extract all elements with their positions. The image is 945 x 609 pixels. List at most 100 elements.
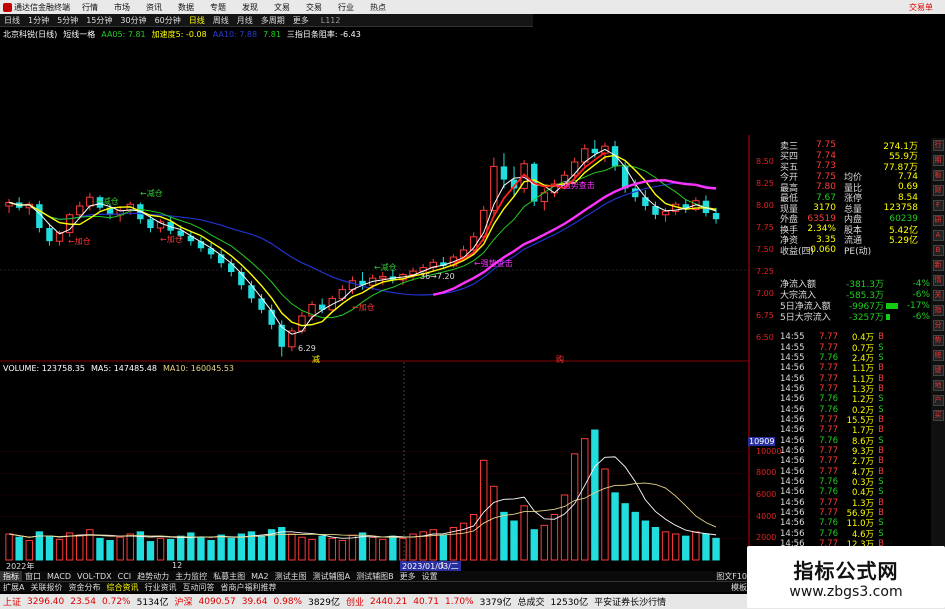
side-tool-17[interactable]: 户: [932, 395, 944, 406]
sz-change: 39.64: [241, 596, 268, 607]
volume-info-bar: VOLUME: 123758.35 MA5: 147485.48 MA10: 1…: [0, 362, 750, 374]
tick-price: 7.76: [819, 394, 838, 405]
period-1[interactable]: 1分钟: [24, 15, 53, 26]
period-2[interactable]: 5分钟: [53, 15, 82, 26]
indicator-tab-11[interactable]: 测试辅图B: [353, 571, 397, 581]
quote-value: 7.74: [815, 150, 836, 161]
side-tool-12[interactable]: 分: [932, 320, 944, 331]
indicator-tab-9[interactable]: 测试主图: [272, 571, 310, 581]
volume-bar: [439, 534, 448, 561]
trade-order-button[interactable]: 交易单: [909, 2, 945, 13]
extension-tab-2[interactable]: 资金分布: [65, 582, 103, 592]
indicator-tab-1[interactable]: 窗口: [22, 571, 44, 581]
menu-quotes[interactable]: 行情: [74, 2, 106, 13]
period-10[interactable]: 更多: [289, 15, 313, 26]
sz-amount: 3829亿: [308, 598, 340, 608]
menu-data[interactable]: 数据: [170, 2, 202, 13]
price-tick: 6.50: [756, 333, 774, 342]
side-tool-14[interactable]: 统: [932, 350, 944, 361]
sh-label[interactable]: 上证: [0, 595, 24, 608]
period-3[interactable]: 15分钟: [82, 15, 116, 26]
period-7[interactable]: 周线: [209, 15, 233, 26]
indicator-tab-7[interactable]: 私募主图: [210, 571, 248, 581]
volume-bar: [65, 532, 74, 561]
side-tool-0[interactable]: 行: [932, 140, 944, 151]
indicator-tab-5[interactable]: 趋势动力: [134, 571, 172, 581]
indicator-tab-4[interactable]: CCI: [115, 572, 135, 581]
quote-value: 7.73: [815, 161, 836, 172]
side-tool-8[interactable]: 新: [932, 260, 944, 271]
tick-price: 7.77: [819, 456, 838, 467]
signal-strong-1: ←强势查击: [474, 259, 513, 268]
period-0[interactable]: 日线: [0, 15, 24, 26]
sh-amount: 5134亿: [136, 598, 169, 608]
tick-price: 7.76: [819, 352, 838, 363]
side-tool-6[interactable]: A: [932, 230, 944, 241]
indicator-tab-3[interactable]: VOL-TDX: [74, 572, 115, 581]
extension-tab-5[interactable]: 互动问答: [179, 582, 217, 592]
side-tool-3[interactable]: 财: [932, 185, 944, 196]
period-9[interactable]: 多周期: [257, 15, 289, 26]
extension-tab-0[interactable]: 扩展A: [0, 582, 27, 592]
menu-discover[interactable]: 发现: [234, 2, 266, 13]
menu-market[interactable]: 市场: [106, 2, 138, 13]
menu-industry[interactable]: 行业: [330, 2, 362, 13]
kline-chart[interactable]: [0, 40, 750, 570]
menu-wenyi[interactable]: 文易: [266, 2, 298, 13]
tick-price: 7.76: [819, 528, 838, 539]
extension-tab-3[interactable]: 综合资讯: [103, 582, 141, 592]
tick-side: B: [878, 414, 884, 425]
menu-hot[interactable]: 热点: [362, 2, 394, 13]
extension-tab-4[interactable]: 行业资讯: [141, 582, 179, 592]
menu-news[interactable]: 资讯: [138, 2, 170, 13]
stock-name[interactable]: 北京科锐(日线): [0, 29, 60, 40]
cy-label[interactable]: 创业: [343, 595, 367, 608]
side-tool-7[interactable]: B: [932, 245, 944, 256]
side-tool-10[interactable]: 关: [932, 290, 944, 301]
menu-trade[interactable]: 交易: [298, 2, 330, 13]
f10-tab[interactable]: 图文F10: [713, 571, 750, 581]
side-tool-16[interactable]: 地: [932, 380, 944, 391]
side-tool-1[interactable]: 期: [932, 155, 944, 166]
side-tool-11[interactable]: 指: [932, 305, 944, 316]
side-tool-2[interactable]: 板: [932, 170, 944, 181]
side-tool-9[interactable]: 情: [932, 275, 944, 286]
volume-bar: [621, 503, 629, 561]
volume-bar: [217, 534, 225, 561]
price-tick: 8.00: [756, 201, 774, 210]
period-5[interactable]: 60分钟: [151, 15, 185, 26]
volume-bar: [500, 511, 508, 561]
extension-tab-1[interactable]: 关联报价: [27, 582, 65, 592]
side-tool-5[interactable]: 研: [932, 215, 944, 226]
tick-price: 7.76: [819, 487, 838, 498]
period-4[interactable]: 30分钟: [116, 15, 150, 26]
formula-name[interactable]: 短线一格: [60, 29, 98, 40]
volume-bar: [702, 533, 710, 561]
volume-bar: [257, 535, 266, 561]
indicator-tab-13[interactable]: 设置: [419, 571, 441, 581]
side-tool-15[interactable]: 键: [932, 365, 944, 376]
tick-list[interactable]: 14:55 7.77 0.4万 B 14:55 7.77 0.7万 S 14:55 7.76 2.4…: [780, 332, 930, 560]
sz-label[interactable]: 沪深: [172, 595, 196, 608]
period-6[interactable]: 日线: [185, 15, 209, 26]
side-tool-4[interactable]: F: [932, 200, 944, 211]
period-8[interactable]: 月线: [233, 15, 257, 26]
volume-bar: [469, 514, 478, 561]
indicator-tab-2[interactable]: MACD: [44, 572, 74, 581]
indicator-tab-6[interactable]: 主力监控: [172, 571, 210, 581]
side-tool-13[interactable]: 势: [932, 335, 944, 346]
indicator-tab-12[interactable]: 更多: [397, 571, 419, 581]
tick-time: 14:56: [780, 445, 805, 456]
sz-pct: 0.98%: [273, 596, 303, 607]
tick-time: 14:56: [780, 508, 805, 519]
indicator-tab-8[interactable]: MA2: [248, 572, 271, 581]
indicator-tab-0[interactable]: 指标: [0, 571, 22, 581]
extension-tab-6[interactable]: 省商户福利推荐: [217, 582, 279, 592]
volume-bar: [308, 538, 316, 561]
quote-row: 收益(四) -0.060 PE(动): [780, 245, 930, 257]
menu-topics[interactable]: 专题: [202, 2, 234, 13]
side-tool-18[interactable]: 买: [932, 410, 944, 421]
indicator-tab-10[interactable]: 测试辅图A: [310, 571, 353, 581]
short-value: 7.81: [263, 29, 281, 39]
price-tick: 8.25: [756, 179, 774, 188]
